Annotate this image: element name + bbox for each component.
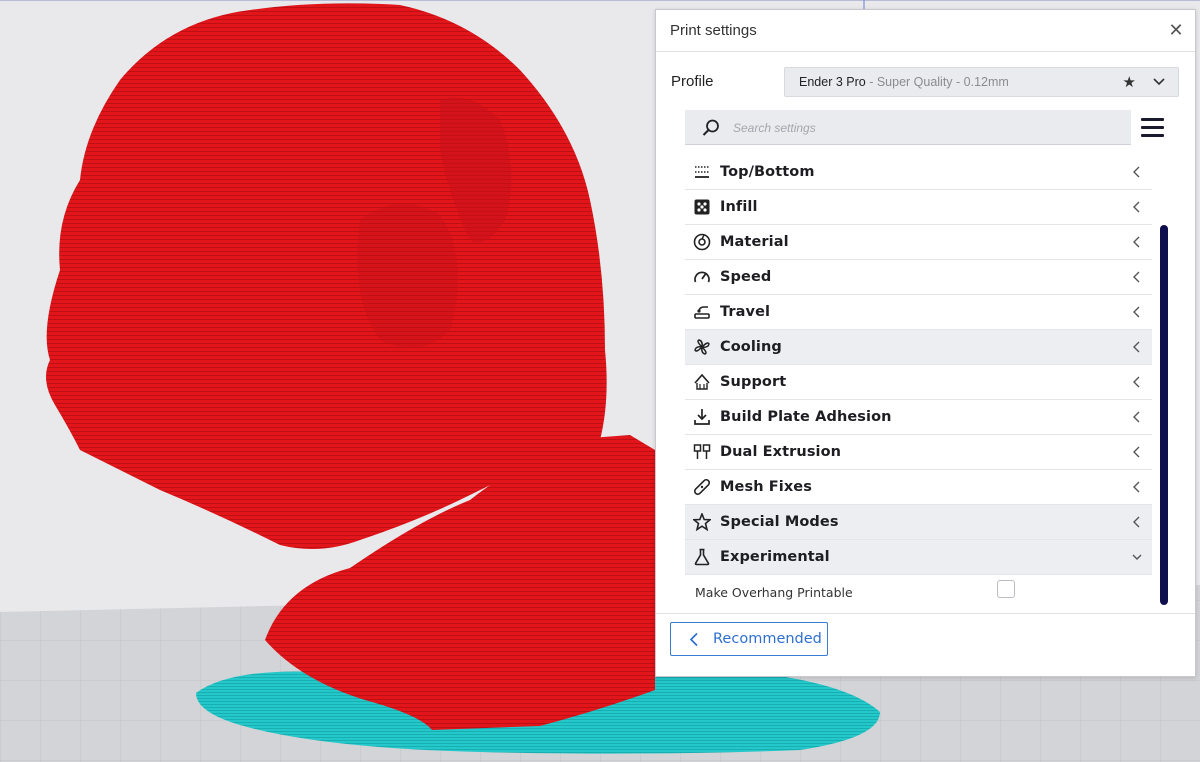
close-icon[interactable]: ✕ [1165,19,1187,41]
profile-name: Ender 3 Pro - Super Quality - 0.12mm [799,75,1009,89]
chevron-left-icon [1133,376,1140,388]
cooling-fan-icon [694,339,710,355]
category-label: Top/Bottom [720,164,815,180]
settings-category-list: Top/Bottom Infill Material Speed Travel … [685,155,1152,605]
category-label: Build Plate Adhesion [720,409,892,425]
mesh-fixes-icon [693,478,711,496]
search-box [685,110,1131,145]
chevron-left-icon [1133,481,1140,493]
recommended-label: Recommended [713,631,822,647]
chevron-left-icon [1133,236,1140,248]
category-speed[interactable]: Speed [685,260,1152,295]
chevron-down-icon [1153,78,1165,86]
chevron-left-icon [1133,341,1140,353]
support-icon [694,373,710,390]
footer-divider [656,613,1195,614]
search-icon [702,119,719,136]
setting-make-overhang-printable: Make Overhang Printable [685,577,1152,607]
category-label: Speed [720,269,772,285]
panel-header: Print settings ✕ [656,10,1195,52]
category-label: Dual Extrusion [720,444,842,460]
chevron-left-icon [1133,411,1140,423]
search-input[interactable] [733,117,1113,139]
category-build-plate-adhesion[interactable]: Build Plate Adhesion [685,400,1152,435]
make-overhang-printable-checkbox[interactable] [997,580,1015,598]
speed-icon [694,271,710,283]
chevron-left-icon [1133,306,1140,318]
profile-machine: Ender 3 Pro [799,75,866,89]
category-top-bottom[interactable]: Top/Bottom [685,155,1152,190]
category-infill[interactable]: Infill [685,190,1152,225]
material-icon [693,233,711,251]
profile-label: Profile [671,73,714,90]
settings-scrollbar[interactable] [1160,225,1168,605]
chevron-down-icon [1132,554,1142,560]
category-material[interactable]: Material [685,225,1152,260]
infill-icon [694,199,710,215]
category-label: Experimental [720,549,830,565]
category-label: Travel [720,304,771,320]
dual-extrusion-icon [693,444,711,459]
setting-label: Make Overhang Printable [695,585,853,600]
chevron-left-icon [1133,166,1140,178]
special-modes-icon [693,513,711,531]
category-label: Cooling [720,339,782,355]
chevron-left-icon [1133,201,1140,213]
category-special-modes[interactable]: Special Modes [685,505,1152,540]
build-plate-adhesion-icon [694,409,710,425]
category-support[interactable]: Support [685,365,1152,400]
experimental-flask-icon [694,548,710,566]
model-head [46,3,607,550]
chevron-left-icon [1133,271,1140,283]
category-dual-extrusion[interactable]: Dual Extrusion [685,435,1152,470]
profile-dropdown[interactable]: Ender 3 Pro - Super Quality - 0.12mm ★ [784,67,1179,97]
panel-title: Print settings [670,22,757,39]
hamburger-menu-icon[interactable] [1139,115,1167,141]
travel-icon [694,306,710,319]
category-travel[interactable]: Travel [685,295,1152,330]
chevron-left-icon [689,632,698,647]
category-label: Mesh Fixes [720,479,812,495]
chevron-left-icon [1133,516,1140,528]
print-settings-panel: Print settings ✕ Profile Ender 3 Pro - S… [655,9,1196,677]
chevron-left-icon [1133,446,1140,458]
profile-quality: - Super Quality - 0.12mm [865,75,1009,89]
top-bottom-icon [695,166,709,178]
category-label: Support [720,374,787,390]
category-experimental[interactable]: Experimental [685,540,1152,575]
star-icon[interactable]: ★ [1123,73,1136,91]
category-label: Material [720,234,789,250]
recommended-button[interactable]: Recommended [670,622,828,656]
category-label: Special Modes [720,514,839,530]
category-mesh-fixes[interactable]: Mesh Fixes [685,470,1152,505]
category-label: Infill [720,199,758,215]
category-cooling[interactable]: Cooling [685,330,1152,365]
